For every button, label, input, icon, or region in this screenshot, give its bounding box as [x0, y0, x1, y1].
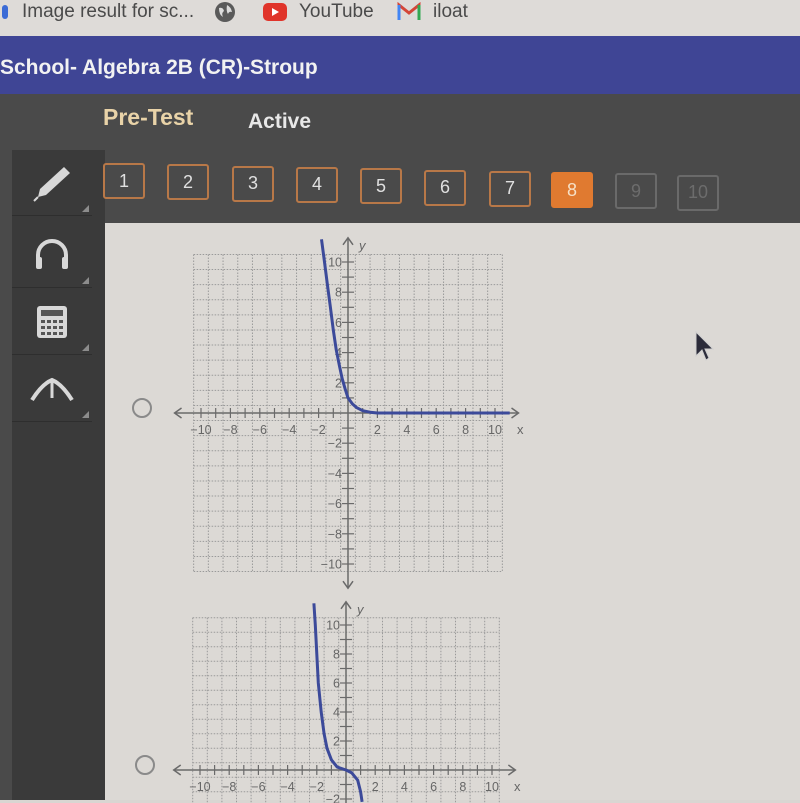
option-a-curve — [322, 239, 510, 413]
y-tick-label: 8 — [333, 648, 340, 662]
question-1-button[interactable]: 1 — [103, 163, 145, 199]
y-tick-label: −6 — [328, 497, 342, 511]
x-tick-label: 2 — [372, 780, 379, 794]
x-tick-label: −10 — [190, 423, 211, 437]
answer-choice-a-radio[interactable] — [132, 398, 152, 418]
y-tick-label: −10 — [321, 558, 342, 572]
bookmark-image-result[interactable]: Image result for sc... — [2, 0, 194, 24]
y-tick-label: 8 — [335, 286, 342, 300]
answer-choice-a-graph[interactable]: −10−8−6−4−2246810108642−2−4−6−8−10xy — [160, 225, 540, 595]
option-b-curve — [314, 603, 362, 802]
calculator-tool[interactable] — [12, 289, 92, 355]
reference-tool[interactable] — [12, 356, 92, 422]
headphones-icon — [32, 237, 72, 273]
tool-expand-corner — [82, 205, 89, 212]
x-tick-label: 6 — [430, 780, 437, 794]
question-4-button[interactable]: 4 — [296, 167, 338, 203]
x-tick-label: −4 — [282, 423, 296, 437]
y-axis-label: y — [358, 238, 367, 253]
y-tick-label: 2 — [333, 735, 340, 749]
mouse-cursor — [694, 330, 716, 362]
tool-expand-corner — [82, 277, 89, 284]
answer-choice-b-graph[interactable]: −10 −8 −6 −4 −2 2 4 6 8 10 10 8 6 4 2 −2 x y — [160, 593, 540, 803]
x-tick-label: −10 — [189, 780, 210, 794]
x-tick-label: 6 — [433, 423, 440, 437]
x-tick-label: −2 — [311, 423, 325, 437]
bookmark-gmail[interactable]: iloat — [397, 0, 468, 24]
y-tick-label: −2 — [328, 437, 342, 451]
y-tick-label: −4 — [328, 467, 342, 481]
question-7-button[interactable]: 7 — [489, 171, 531, 207]
question-3-button[interactable]: 3 — [232, 166, 274, 202]
x-tick-label: 4 — [403, 423, 410, 437]
tool-expand-corner — [82, 411, 89, 418]
youtube-icon — [263, 2, 287, 22]
question-8-button[interactable]: 8 — [551, 172, 593, 208]
x-tick-label: 4 — [401, 780, 408, 794]
gmail-icon — [397, 2, 421, 22]
x-tick-label: −6 — [251, 780, 265, 794]
y-tick-label: 10 — [328, 256, 342, 270]
y-tick-label: 10 — [326, 619, 340, 633]
course-title: School- Algebra 2B (CR)-Stroup — [0, 56, 318, 80]
x-tick-label: 10 — [488, 423, 502, 437]
x-tick-label: 10 — [485, 780, 499, 794]
x-tick-label: −8 — [223, 423, 237, 437]
calculator-icon — [36, 305, 68, 339]
y-tick-label: 6 — [335, 316, 342, 330]
pencil-tool[interactable] — [12, 150, 92, 216]
bookmark-youtube[interactable]: YouTube — [263, 0, 374, 24]
x-tick-label: 8 — [459, 780, 466, 794]
pencil-icon — [30, 163, 74, 203]
activity-title: Pre-Test — [103, 104, 193, 131]
y-tick-label: 4 — [333, 706, 340, 720]
bookmarks-bar: Image result for sc... YouTube iloat — [0, 0, 800, 36]
question-2-button[interactable]: 2 — [167, 164, 209, 200]
x-tick-label: 8 — [462, 423, 469, 437]
y-axis-label: y — [356, 602, 365, 617]
audio-tool[interactable] — [12, 222, 92, 288]
x-tick-label: −6 — [253, 423, 267, 437]
activity-status: Active — [248, 110, 311, 134]
x-tick-label: −4 — [280, 780, 294, 794]
course-header: School- Algebra 2B (CR)-Stroup — [0, 36, 800, 98]
y-tick-label: 6 — [333, 677, 340, 691]
x-axis-label: x — [517, 422, 524, 437]
globe-icon — [214, 1, 236, 23]
y-tick-label: −8 — [328, 527, 342, 541]
x-axis-label: x — [514, 779, 521, 794]
question-10-button[interactable]: 10 — [677, 175, 719, 211]
question-9-button[interactable]: 9 — [615, 173, 657, 209]
compass-icon — [28, 374, 76, 404]
question-6-button[interactable]: 6 — [424, 170, 466, 206]
bookmark-label: YouTube — [299, 1, 374, 23]
tool-expand-corner — [82, 344, 89, 351]
question-5-button[interactable]: 5 — [360, 168, 402, 204]
x-tick-label: −8 — [222, 780, 236, 794]
x-tick-label: −2 — [310, 780, 324, 794]
bookmark-globe[interactable] — [214, 0, 248, 24]
bookmark-label: Image result for sc... — [22, 1, 194, 23]
answer-choice-b-radio[interactable] — [135, 755, 155, 775]
bookmark-label: iloat — [433, 1, 468, 23]
y-tick-label: −2 — [326, 793, 340, 803]
image-favicon — [2, 5, 8, 19]
x-tick-label: 2 — [374, 423, 381, 437]
